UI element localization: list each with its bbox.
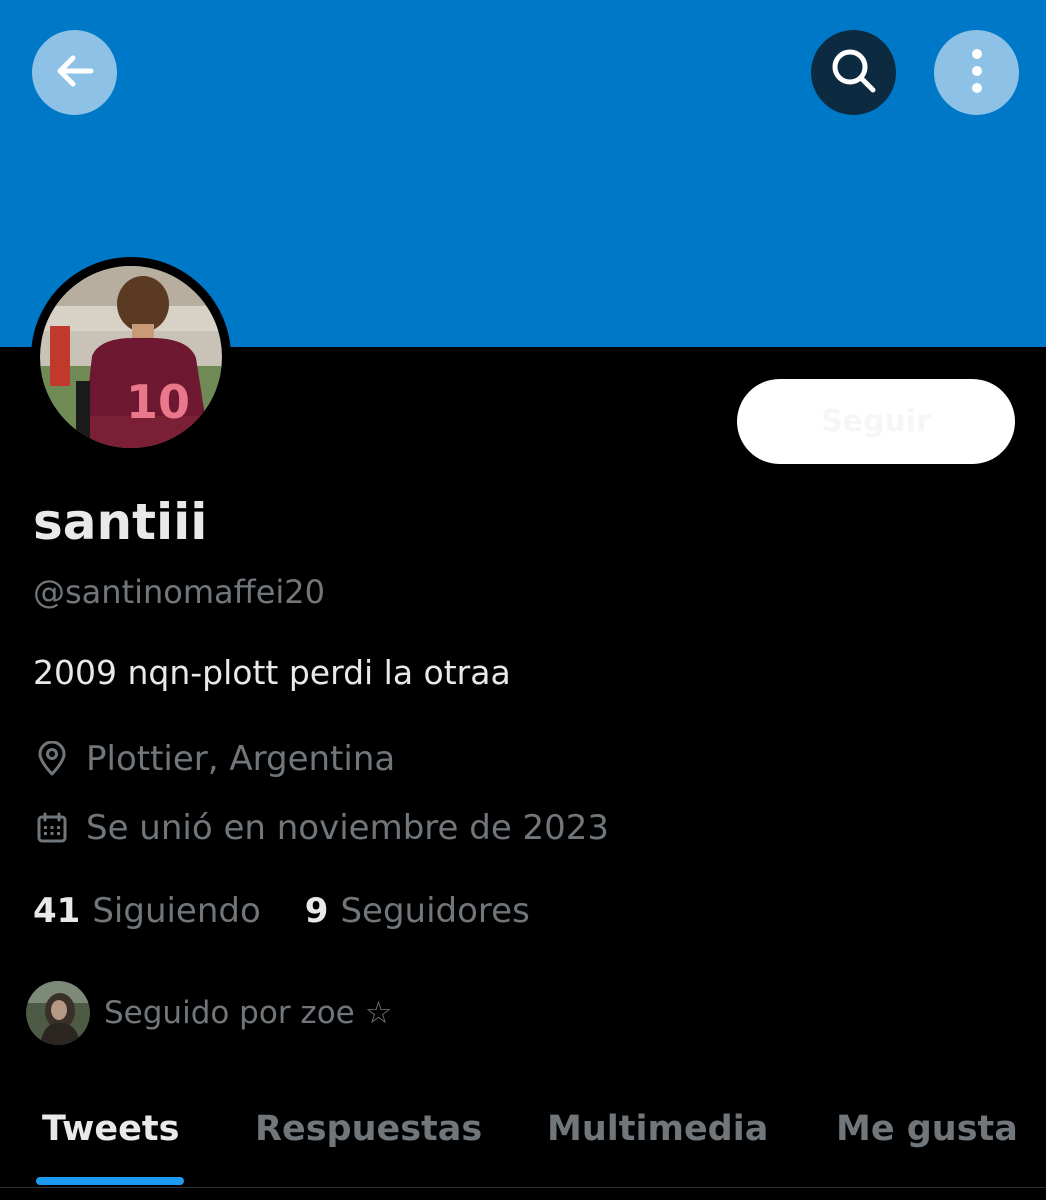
followers-count: 9 [304, 891, 329, 931]
location-pin-icon [33, 740, 71, 778]
more-options-button[interactable] [934, 30, 1019, 115]
followed-by-text: Seguido por zoe ☆ [104, 995, 393, 1031]
joined-date-text: Se unió en noviembre de 2023 [86, 808, 610, 848]
following-link[interactable]: 41 Siguiendo [33, 891, 261, 931]
following-count: 41 [33, 891, 81, 931]
tab-likes[interactable]: Me gusta [836, 1104, 1018, 1154]
location-text: Plottier, Argentina [86, 739, 396, 779]
tab-replies[interactable]: Respuestas [255, 1104, 482, 1154]
followers-label: Seguidores [340, 891, 530, 931]
profile-avatar[interactable]: 10 [31, 257, 231, 457]
active-tab-indicator [36, 1177, 184, 1185]
follower-avatar [26, 981, 90, 1045]
tab-media[interactable]: Multimedia [547, 1104, 768, 1154]
search-button[interactable] [811, 30, 896, 115]
follow-button[interactable]: Seguir [737, 379, 1015, 464]
joined-row: Se unió en noviembre de 2023 [33, 806, 609, 850]
profile-bio: 2009 nqn-plott perdi la otraa [33, 653, 511, 692]
profile-tabs: Tweets Respuestas Multimedia Me gusta [0, 1090, 1046, 1200]
user-handle: @santinomaffei20 [33, 573, 325, 611]
tabs-divider [0, 1187, 1046, 1188]
display-name: santiii [33, 493, 208, 551]
followed-by-row[interactable]: Seguido por zoe ☆ [26, 981, 392, 1045]
back-button[interactable] [32, 30, 117, 115]
followers-link[interactable]: 9 Seguidores [305, 891, 530, 931]
more-vertical-icon [967, 47, 987, 99]
follow-stats: 41 Siguiendo 9 Seguidores [33, 889, 530, 933]
location-row: Plottier, Argentina [33, 737, 395, 781]
following-label: Siguiendo [92, 891, 261, 931]
avatar-image: 10 [40, 266, 222, 448]
tab-tweets[interactable]: Tweets [42, 1104, 179, 1154]
avatar-jersey-number: 10 [126, 375, 190, 429]
arrow-left-icon [51, 47, 99, 99]
search-icon [828, 45, 880, 101]
calendar-icon [33, 809, 71, 847]
